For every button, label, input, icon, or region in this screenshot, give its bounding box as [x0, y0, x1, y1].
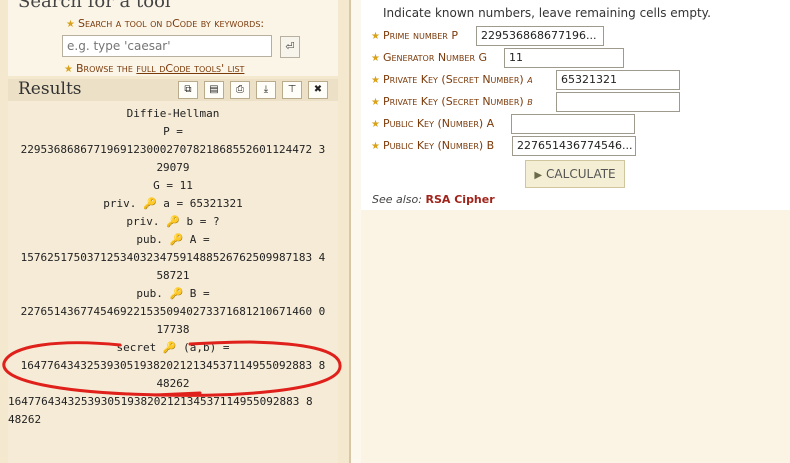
browse-prefix: Browse the [75, 62, 137, 75]
star-icon: ★ [371, 31, 380, 42]
star-icon: ★ [371, 97, 380, 108]
search-input[interactable] [62, 35, 272, 57]
close-icon[interactable]: ✖ [308, 81, 328, 99]
result-line: 29079 [156, 161, 190, 174]
main-content: Indicate known numbers, leave remaining … [361, 0, 790, 463]
search-label: ★ Search a tool on dCode by keywords: [66, 17, 264, 30]
sidebar-divider [349, 0, 351, 463]
calculate-button[interactable]: ▶ CALCULATE [525, 160, 625, 188]
generator-row: ★ Generator Number G 11 [371, 48, 771, 68]
calculate-label: CALCULATE [546, 167, 616, 181]
result-line: 58721 [156, 269, 190, 282]
red-annotation-circle [2, 340, 342, 397]
private-b-row: ★ Private Key (Secret Number) b [371, 92, 771, 112]
prime-label: ★ Prime number P [371, 29, 458, 42]
search-panel: Search for a tool ★ Search a tool on dCod… [8, 0, 338, 76]
prime-row: ★ Prime number P 229536868677196... [371, 26, 771, 46]
copy-icon[interactable]: ⧉ [178, 81, 198, 99]
public-b-label: ★ Public Key (Number) B [371, 139, 495, 152]
see-also: See also: RSA Cipher [372, 193, 495, 206]
result-line: P = [163, 125, 183, 138]
prime-input[interactable]: 229536868677196... [476, 26, 604, 46]
star-icon: ★ [371, 141, 380, 152]
public-a-row: ★ Public Key (Number) A [371, 114, 771, 134]
private-b-label: ★ Private Key (Secret Number) b [371, 95, 533, 108]
generator-input[interactable]: 11 [504, 48, 624, 68]
save-icon[interactable]: ▤ [204, 81, 224, 99]
star-icon: ★ [371, 53, 380, 64]
rsa-cipher-link[interactable]: RSA Cipher [425, 193, 494, 206]
star-icon: ★ [64, 64, 73, 75]
see-also-prefix: See also: [372, 193, 422, 206]
left-sidebar: Search for a tool ★ Search a tool on dCod… [0, 0, 350, 463]
result-line: priv. 🔑 a = 65321321 [103, 197, 243, 210]
star-icon: ★ [371, 75, 380, 86]
results-header: Results ⧉ ▤ ⎙ ⤓ ⊤ ✖ [8, 79, 338, 101]
result-line: 48262 [8, 413, 42, 426]
content-background [361, 210, 790, 463]
browse-link-text[interactable]: full dCode tools' list [136, 62, 244, 75]
private-b-input[interactable] [556, 92, 680, 112]
public-a-input[interactable] [511, 114, 635, 134]
result-line: 2295368686771969123000270782186855260112… [20, 143, 326, 156]
star-icon: ★ [371, 119, 380, 130]
result-line: Diffie-Hellman [126, 107, 220, 120]
return-icon[interactable]: ⏎ [280, 36, 300, 58]
search-panel-title: Search for a tool [18, 0, 171, 12]
private-a-label: ★ Private Key (Secret Number) a [371, 73, 533, 86]
print-icon[interactable]: ⎙ [230, 81, 250, 99]
generator-label: ★ Generator Number G [371, 51, 488, 64]
browse-tools-link[interactable]: ★ Browse the full dCode tools' list [64, 62, 244, 75]
public-a-label: ★ Public Key (Number) A [371, 117, 495, 130]
public-b-input[interactable]: 227651436774546... [512, 136, 636, 156]
private-a-input[interactable]: 65321321 [556, 70, 680, 90]
results-title: Results [18, 79, 82, 99]
result-line: pub. 🔑 B = [136, 287, 210, 300]
form-instructions: Indicate known numbers, leave remaining … [383, 6, 711, 20]
private-a-row: ★ Private Key (Secret Number) a 65321321 [371, 70, 771, 90]
result-line: priv. 🔑 b = ? [126, 215, 220, 228]
star-icon: ★ [66, 19, 75, 30]
download-icon[interactable]: ⤓ [256, 81, 276, 99]
public-b-row: ★ Public Key (Number) B 227651436774546..… [371, 136, 771, 156]
diffie-hellman-form: Indicate known numbers, leave remaining … [361, 0, 790, 210]
result-line: G = 11 [153, 179, 193, 192]
result-line: 2276514367745469221535094027337168121067… [20, 305, 326, 318]
pin-icon[interactable]: ⊤ [282, 81, 302, 99]
play-icon: ▶ [534, 170, 543, 181]
search-label-text: Search a tool on dCode by keywords: [77, 17, 265, 30]
result-line: 1576251750371253403234759148852676250998… [20, 251, 326, 264]
result-line: pub. 🔑 A = [136, 233, 210, 246]
